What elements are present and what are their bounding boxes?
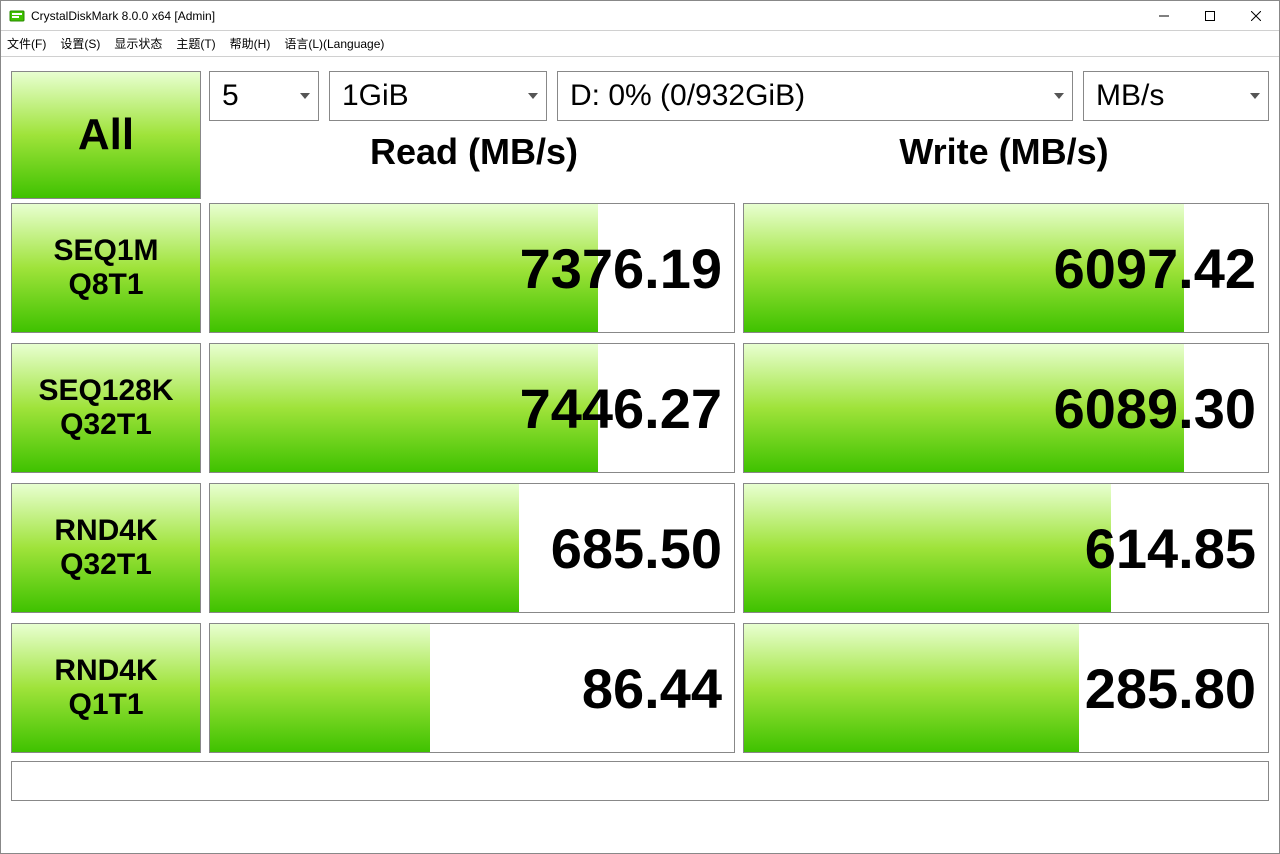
write-bar bbox=[744, 484, 1111, 612]
test-label-line1: SEQ1M bbox=[53, 234, 158, 269]
read-value: 86.44 bbox=[582, 656, 722, 721]
test-label-line1: RND4K bbox=[54, 514, 157, 549]
tests-container: SEQ1M Q8T1 7376.19 6097.42 SEQ128K Q32T1 bbox=[11, 203, 1269, 753]
drive-value: D: 0% (0/932GiB) bbox=[570, 79, 805, 113]
read-value-cell: 685.50 bbox=[209, 483, 735, 613]
test-label-line2: Q32T1 bbox=[60, 408, 152, 443]
size-select[interactable]: 1GiB bbox=[329, 71, 547, 121]
close-button[interactable] bbox=[1233, 1, 1279, 31]
test-label-line2: Q32T1 bbox=[60, 548, 152, 583]
drive-select[interactable]: D: 0% (0/932GiB) bbox=[557, 71, 1073, 121]
window-title: CrystalDiskMark 8.0.0 x64 [Admin] bbox=[31, 9, 215, 23]
write-value: 6097.42 bbox=[1054, 236, 1256, 301]
write-value: 6089.30 bbox=[1054, 376, 1256, 441]
test-button-rnd4k-q1t1[interactable]: RND4K Q1T1 bbox=[11, 623, 201, 753]
write-value: 285.80 bbox=[1085, 656, 1256, 721]
unit-select[interactable]: MB/s bbox=[1083, 71, 1269, 121]
read-value: 685.50 bbox=[551, 516, 722, 581]
minimize-button[interactable] bbox=[1141, 1, 1187, 31]
read-value-cell: 7446.27 bbox=[209, 343, 735, 473]
read-header: Read (MB/s) bbox=[209, 131, 739, 173]
chevron-down-icon bbox=[300, 93, 310, 99]
write-value-cell: 6097.42 bbox=[743, 203, 1269, 333]
write-value-cell: 614.85 bbox=[743, 483, 1269, 613]
test-row: RND4K Q32T1 685.50 614.85 bbox=[11, 483, 1269, 613]
write-value-cell: 6089.30 bbox=[743, 343, 1269, 473]
chevron-down-icon bbox=[528, 93, 538, 99]
column-headers: Read (MB/s) Write (MB/s) bbox=[209, 131, 1269, 173]
write-header: Write (MB/s) bbox=[739, 131, 1269, 173]
read-bar bbox=[210, 624, 430, 752]
status-strip bbox=[11, 761, 1269, 801]
app-window: CrystalDiskMark 8.0.0 x64 [Admin] 文件(F) … bbox=[0, 0, 1280, 854]
test-label-line2: Q8T1 bbox=[68, 268, 143, 303]
menu-help[interactable]: 帮助(H) bbox=[230, 35, 271, 52]
app-icon bbox=[9, 8, 25, 24]
read-value-cell: 86.44 bbox=[209, 623, 735, 753]
test-label-line1: SEQ128K bbox=[38, 374, 173, 409]
read-bar bbox=[210, 484, 519, 612]
write-bar bbox=[744, 624, 1079, 752]
run-all-label: All bbox=[78, 110, 134, 160]
runs-select[interactable]: 5 bbox=[209, 71, 319, 121]
test-row: SEQ1M Q8T1 7376.19 6097.42 bbox=[11, 203, 1269, 333]
write-value-cell: 285.80 bbox=[743, 623, 1269, 753]
dropdown-row: 5 1GiB D: 0% (0/932GiB) MB/s bbox=[209, 71, 1269, 121]
size-value: 1GiB bbox=[342, 79, 409, 113]
chevron-down-icon bbox=[1250, 93, 1260, 99]
content-area: All 5 1GiB D: 0% (0/932GiB) bbox=[1, 57, 1279, 853]
write-value: 614.85 bbox=[1085, 516, 1256, 581]
title-bar: CrystalDiskMark 8.0.0 x64 [Admin] bbox=[1, 1, 1279, 31]
unit-value: MB/s bbox=[1096, 79, 1164, 113]
test-button-seq1m-q8t1[interactable]: SEQ1M Q8T1 bbox=[11, 203, 201, 333]
menu-bar: 文件(F) 设置(S) 显示状态 主题(T) 帮助(H) 语言(L)(Langu… bbox=[1, 31, 1279, 57]
menu-settings[interactable]: 设置(S) bbox=[60, 35, 100, 52]
menu-language[interactable]: 语言(L)(Language) bbox=[284, 35, 384, 52]
menu-status[interactable]: 显示状态 bbox=[114, 35, 162, 52]
menu-file[interactable]: 文件(F) bbox=[7, 35, 46, 52]
top-row: All 5 1GiB D: 0% (0/932GiB) bbox=[11, 63, 1269, 199]
test-label-line2: Q1T1 bbox=[68, 688, 143, 723]
runs-value: 5 bbox=[222, 79, 239, 113]
read-value: 7376.19 bbox=[520, 236, 722, 301]
run-all-button[interactable]: All bbox=[11, 71, 201, 199]
read-value-cell: 7376.19 bbox=[209, 203, 735, 333]
test-button-seq128k-q32t1[interactable]: SEQ128K Q32T1 bbox=[11, 343, 201, 473]
menu-theme[interactable]: 主题(T) bbox=[176, 35, 215, 52]
test-row: RND4K Q1T1 86.44 285.80 bbox=[11, 623, 1269, 753]
test-button-rnd4k-q32t1[interactable]: RND4K Q32T1 bbox=[11, 483, 201, 613]
chevron-down-icon bbox=[1054, 93, 1064, 99]
test-row: SEQ128K Q32T1 7446.27 6089.30 bbox=[11, 343, 1269, 473]
read-value: 7446.27 bbox=[520, 376, 722, 441]
test-label-line1: RND4K bbox=[54, 654, 157, 689]
maximize-button[interactable] bbox=[1187, 1, 1233, 31]
